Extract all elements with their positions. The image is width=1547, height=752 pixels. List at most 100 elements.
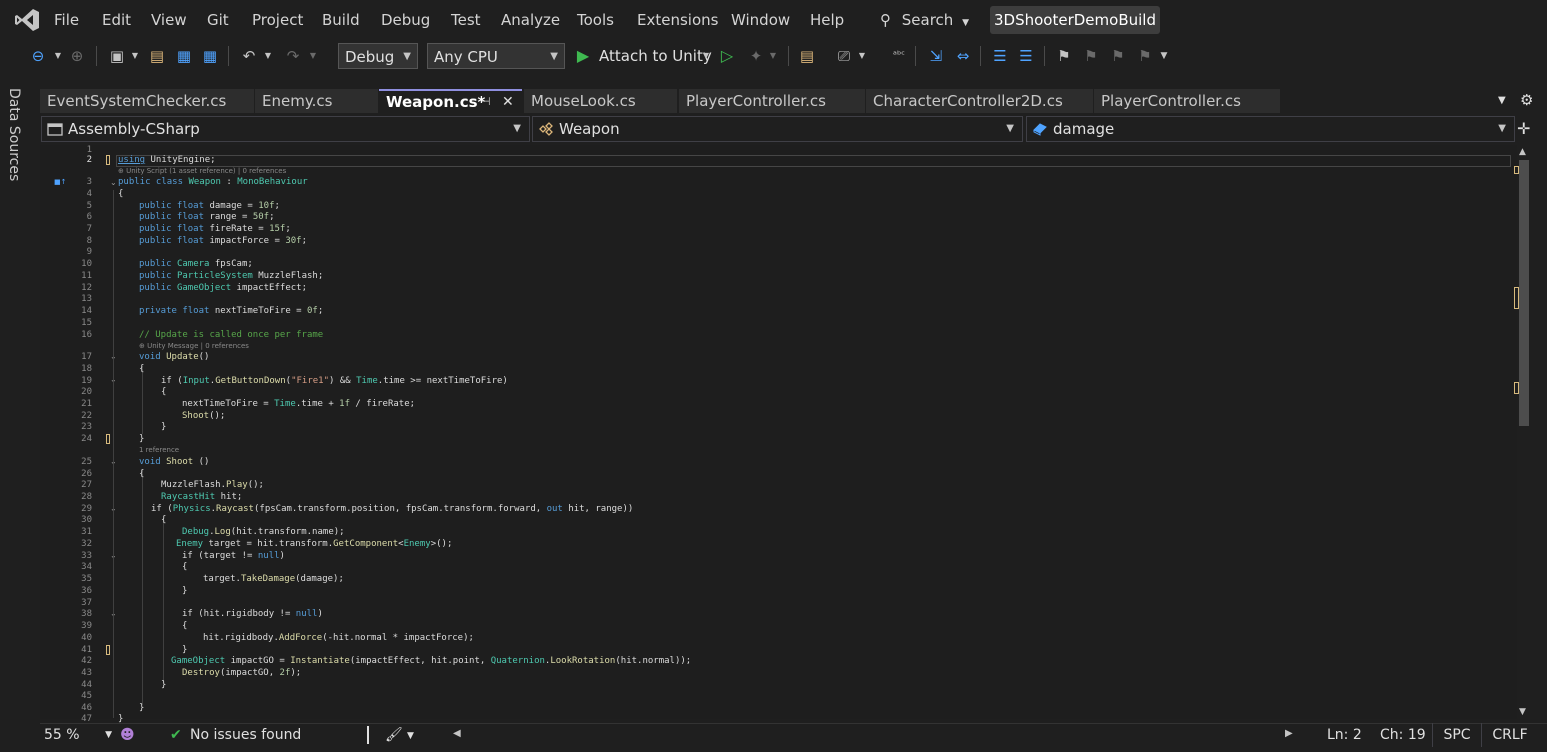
menu-test[interactable]: Test bbox=[451, 11, 481, 29]
menu-git[interactable]: Git bbox=[207, 11, 229, 29]
data-sources-tab[interactable]: Data Sources bbox=[6, 88, 22, 181]
code-line-27[interactable]: MuzzleFlash.Play(); bbox=[161, 480, 264, 491]
chevron-down-icon[interactable]: ▼ bbox=[856, 45, 868, 67]
code-line-38[interactable]: if (hit.rigidbody != null) bbox=[182, 609, 323, 620]
code-line-11[interactable]: public ParticleSystem MuzzleFlash; bbox=[139, 271, 323, 282]
attach-to-unity-button[interactable]: Attach to Unity bbox=[599, 47, 712, 65]
next-bookmark-icon[interactable]: ⚑ bbox=[1107, 45, 1129, 67]
code-line-33[interactable]: if (target != null) bbox=[182, 551, 285, 562]
line-ending-indicator[interactable]: CRLF bbox=[1481, 723, 1538, 747]
zoom-dropdown[interactable]: 55 % ▼ bbox=[40, 725, 114, 745]
clear-bookmarks-icon[interactable]: ⚑ bbox=[1134, 45, 1156, 67]
codelens-shoot[interactable]: 1 reference bbox=[139, 446, 179, 455]
code-line-20[interactable]: { bbox=[161, 387, 166, 398]
code-line-25[interactable]: void Shoot () bbox=[139, 457, 209, 468]
menu-build[interactable]: Build bbox=[322, 11, 360, 29]
menu-extensions[interactable]: Extensions bbox=[637, 11, 718, 29]
search-box[interactable]: ⚲ Search ▼ bbox=[880, 11, 969, 29]
play-icon[interactable]: ▶ bbox=[572, 45, 594, 67]
tab-playercontroller-2[interactable]: PlayerController.cs bbox=[1094, 89, 1280, 113]
browser-link-icon[interactable]: ⎚ bbox=[833, 45, 855, 67]
code-line-42[interactable]: GameObject impactGO = Instantiate(impact… bbox=[171, 656, 691, 667]
code-line-5[interactable]: public float damage = 10f; bbox=[139, 201, 280, 212]
save-icon[interactable]: ▦ bbox=[173, 45, 195, 67]
menu-file[interactable]: File bbox=[54, 11, 79, 29]
code-line-35[interactable]: target.TakeDamage(damage); bbox=[203, 574, 344, 585]
code-line-43[interactable]: Destroy(impactGO, 2f); bbox=[182, 668, 301, 679]
code-line-30[interactable]: { bbox=[161, 515, 166, 526]
code-line-21[interactable]: nextTimeToFire = Time.time + 1f / fireRa… bbox=[182, 399, 415, 410]
code-line-10[interactable]: public Camera fpsCam; bbox=[139, 259, 253, 270]
code-line-23[interactable]: } bbox=[161, 422, 166, 433]
configuration-dropdown[interactable]: Debug ▼ bbox=[338, 43, 418, 69]
code-line-36[interactable]: } bbox=[182, 586, 187, 597]
tab-weapon[interactable]: Weapon.cs* ⊣ ✕ bbox=[379, 89, 522, 113]
code-line-7[interactable]: public float fireRate = 15f; bbox=[139, 224, 291, 235]
tab-eventsystemchecker[interactable]: EventSystemChecker.cs bbox=[40, 89, 254, 113]
code-line-40[interactable]: hit.rigidbody.AddForce(-hit.normal * imp… bbox=[203, 633, 474, 644]
code-line-16[interactable]: // Update is called once per frame bbox=[139, 330, 323, 341]
type-dropdown[interactable]: Weapon ▼ bbox=[532, 116, 1023, 142]
code-line-14[interactable]: private float nextTimeToFire = 0f; bbox=[139, 306, 323, 317]
hot-reload-icon[interactable]: ✦ bbox=[745, 45, 767, 67]
split-editor-icon[interactable]: ✛ bbox=[1517, 119, 1530, 138]
chevron-down-icon[interactable]: ▼ bbox=[407, 731, 414, 741]
code-line-8[interactable]: public float impactForce = 30f; bbox=[139, 236, 307, 247]
code-line-26[interactable]: { bbox=[139, 469, 144, 480]
scroll-up-icon[interactable]: ▲ bbox=[1519, 147, 1526, 157]
line-indicator[interactable]: Ln: 2 bbox=[1327, 727, 1362, 743]
folder-view-icon[interactable]: ▤ bbox=[796, 45, 818, 67]
code-line-17[interactable]: void Update() bbox=[139, 352, 209, 363]
menu-project[interactable]: Project bbox=[252, 11, 303, 29]
member-dropdown[interactable]: damage ▼ bbox=[1026, 116, 1515, 142]
horizontal-scrollbar[interactable]: ◀ ▶ bbox=[445, 725, 1300, 745]
pin-icon[interactable]: ⊣ bbox=[481, 91, 491, 113]
chevron-down-icon[interactable]: ▼ bbox=[700, 45, 712, 67]
navigate-back-icon[interactable]: ⊖ bbox=[27, 45, 49, 67]
code-line-3[interactable]: public class Weapon : MonoBehaviour bbox=[118, 177, 308, 188]
bookmark-icon[interactable]: ⚑ bbox=[1053, 45, 1075, 67]
project-dropdown[interactable]: Assembly-CSharp ▼ bbox=[41, 116, 530, 142]
tab-enemy[interactable]: Enemy.cs bbox=[255, 89, 378, 113]
platform-dropdown[interactable]: Any CPU ▼ bbox=[427, 43, 565, 69]
chevron-down-icon[interactable]: ▼ bbox=[307, 45, 319, 67]
code-line-2[interactable]: using UnityEngine; bbox=[118, 155, 216, 166]
code-line-18[interactable]: { bbox=[139, 364, 144, 375]
code-line-41[interactable]: } bbox=[182, 645, 187, 656]
tab-charactercontroller2d[interactable]: CharacterController2D.cs bbox=[866, 89, 1093, 113]
code-line-28[interactable]: RaycastHit hit; bbox=[161, 492, 242, 503]
scroll-left-icon[interactable]: ◀ bbox=[453, 728, 461, 739]
gear-icon[interactable]: ⚙ bbox=[1520, 91, 1533, 109]
tab-mouselook[interactable]: MouseLook.cs bbox=[524, 89, 677, 113]
undo-icon[interactable]: ↶ bbox=[238, 45, 260, 67]
spell-check-icon[interactable]: ᵃᵇᶜ bbox=[888, 45, 910, 67]
tab-list-dropdown-icon[interactable]: ▼ bbox=[1498, 95, 1506, 106]
code-cleanup-icon[interactable]: 🖌 bbox=[385, 727, 403, 743]
fold-toggle-icon[interactable]: ⌄ bbox=[110, 178, 117, 187]
code-line-6[interactable]: public float range = 50f; bbox=[139, 212, 275, 223]
code-line-12[interactable]: public GameObject impactEffect; bbox=[139, 283, 307, 294]
code-line-31[interactable]: Debug.Log(hit.transform.name); bbox=[182, 527, 345, 538]
new-project-icon[interactable]: ▣ bbox=[106, 45, 128, 67]
menu-help[interactable]: Help bbox=[810, 11, 844, 29]
scroll-right-icon[interactable]: ▶ bbox=[1285, 728, 1293, 739]
tab-playercontroller[interactable]: PlayerController.cs bbox=[679, 89, 865, 113]
code-line-34[interactable]: { bbox=[182, 562, 187, 573]
navigate-forward-icon[interactable]: ⊕ bbox=[66, 45, 88, 67]
start-without-debugging-icon[interactable]: ▷ bbox=[716, 45, 738, 67]
column-indicator[interactable]: Ch: 19 bbox=[1380, 727, 1426, 743]
code-line-46[interactable]: } bbox=[139, 703, 144, 714]
toolbar-overflow-icon[interactable]: ▼ bbox=[1158, 45, 1170, 67]
chevron-down-icon[interactable]: ▼ bbox=[262, 45, 274, 67]
code-line-32[interactable]: Enemy target = hit.transform.GetComponen… bbox=[176, 539, 452, 550]
close-icon[interactable]: ✕ bbox=[502, 91, 514, 113]
code-line-19[interactable]: if (Input.GetButtonDown("Fire1") && Time… bbox=[161, 376, 508, 387]
chevron-down-icon[interactable]: ▼ bbox=[767, 45, 779, 67]
scroll-down-icon[interactable]: ▼ bbox=[1519, 707, 1526, 717]
issues-status[interactable]: No issues found bbox=[190, 727, 301, 743]
chevron-down-icon[interactable]: ▼ bbox=[129, 45, 141, 67]
save-all-icon[interactable]: ▦ bbox=[199, 45, 221, 67]
code-line-4[interactable]: { bbox=[118, 189, 123, 200]
codelens-class[interactable]: ⊕ Unity Script (1 asset reference) | 0 r… bbox=[118, 167, 286, 176]
menu-window[interactable]: Window bbox=[731, 11, 790, 29]
